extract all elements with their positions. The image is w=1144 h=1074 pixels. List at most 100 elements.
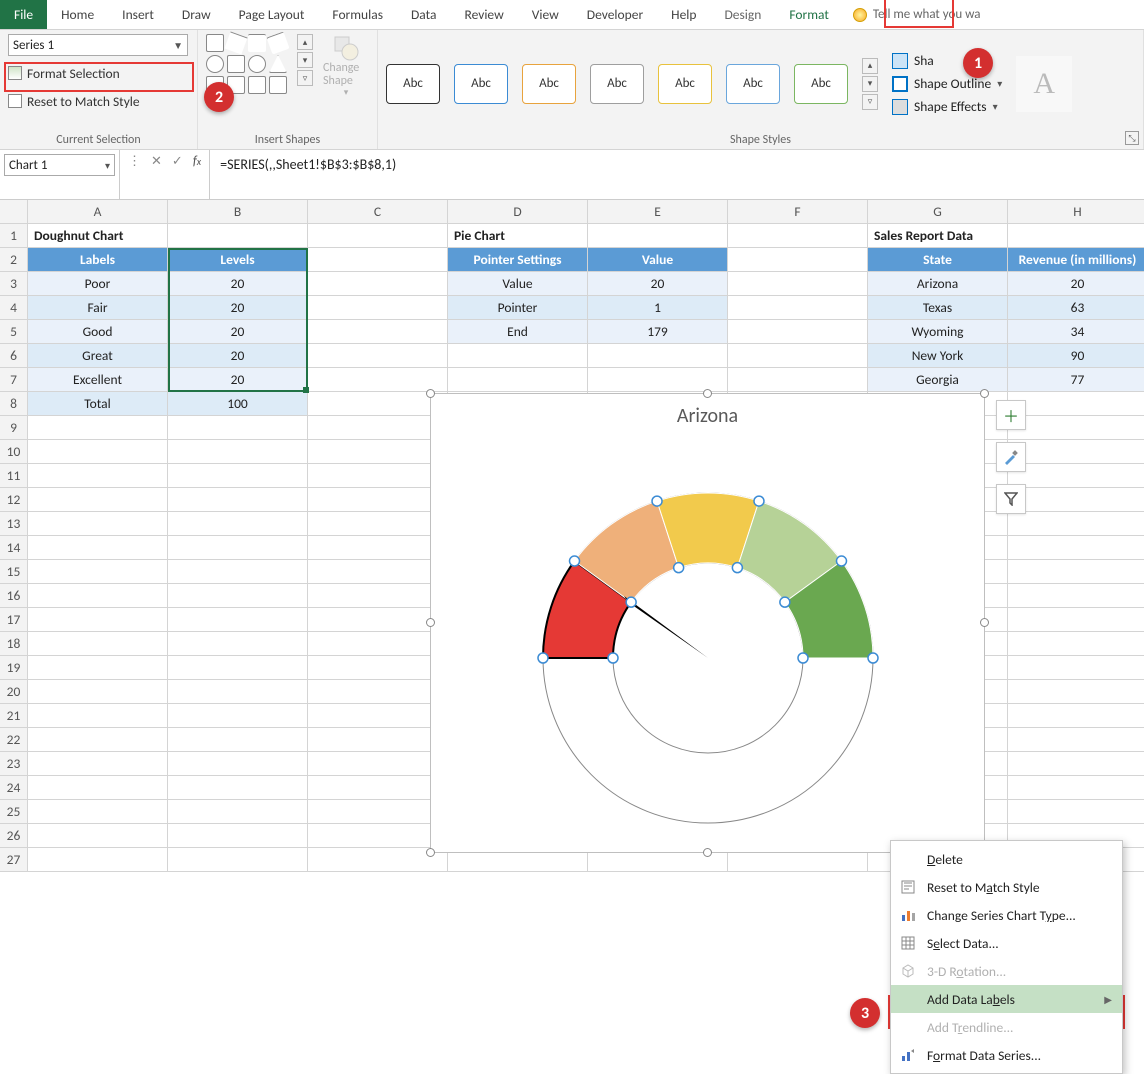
resize-handle[interactable]	[980, 389, 989, 398]
resize-handle[interactable]	[703, 848, 712, 857]
cell-A13[interactable]	[28, 512, 168, 536]
cell-A9[interactable]	[28, 416, 168, 440]
reset-match-style-button[interactable]: Reset to Match Style	[8, 90, 189, 112]
cell-G1[interactable]: Sales Report Data	[868, 224, 1008, 248]
cell-G7[interactable]: Georgia	[868, 368, 1008, 392]
row-header-23[interactable]: 23	[0, 752, 28, 776]
resize-handle[interactable]	[980, 618, 989, 627]
cell-A15[interactable]	[28, 560, 168, 584]
cell-B22[interactable]	[168, 728, 308, 752]
style-swatches[interactable]: AbcAbcAbcAbcAbcAbcAbc	[386, 64, 848, 104]
select-all[interactable]	[0, 200, 28, 224]
cell-B16[interactable]	[168, 584, 308, 608]
cell-C11[interactable]	[308, 464, 448, 488]
chart-object[interactable]: Arizona	[430, 393, 985, 853]
cell-H23[interactable]	[1008, 752, 1144, 776]
row-header-12[interactable]: 12	[0, 488, 28, 512]
cell-A16[interactable]	[28, 584, 168, 608]
cell-C24[interactable]	[308, 776, 448, 800]
cell-A21[interactable]	[28, 704, 168, 728]
cell-B9[interactable]	[168, 416, 308, 440]
row-header-1[interactable]: 1	[0, 224, 28, 248]
cell-B14[interactable]	[168, 536, 308, 560]
cell-C19[interactable]	[308, 656, 448, 680]
cell-A11[interactable]	[28, 464, 168, 488]
cell-C14[interactable]	[308, 536, 448, 560]
cell-A6[interactable]: Great	[28, 344, 168, 368]
context-menu-item[interactable]: Delete	[891, 845, 1122, 873]
cell-G2[interactable]: State	[868, 248, 1008, 272]
cell-C25[interactable]	[308, 800, 448, 824]
style-swatch[interactable]: Abc	[386, 64, 440, 104]
context-menu-item[interactable]: Change Series Chart Type...	[891, 901, 1122, 929]
cell-C26[interactable]	[308, 824, 448, 848]
cell-B19[interactable]	[168, 656, 308, 680]
style-swatch[interactable]: Abc	[522, 64, 576, 104]
context-menu-item[interactable]: Select Data...	[891, 929, 1122, 957]
cell-F5[interactable]	[728, 320, 868, 344]
cell-A7[interactable]: Excellent	[28, 368, 168, 392]
cell-A27[interactable]	[28, 848, 168, 872]
tab-draw[interactable]: Draw	[168, 0, 225, 29]
cell-C16[interactable]	[308, 584, 448, 608]
cell-A12[interactable]	[28, 488, 168, 512]
cell-C2[interactable]	[308, 248, 448, 272]
cell-G5[interactable]: Wyoming	[868, 320, 1008, 344]
cell-A23[interactable]	[28, 752, 168, 776]
col-header-F[interactable]: F	[728, 200, 868, 224]
cell-H22[interactable]	[1008, 728, 1144, 752]
cell-E4[interactable]: 1	[588, 296, 728, 320]
cell-A25[interactable]	[28, 800, 168, 824]
cell-C15[interactable]	[308, 560, 448, 584]
style-swatch[interactable]: Abc	[590, 64, 644, 104]
cell-C5[interactable]	[308, 320, 448, 344]
cell-A22[interactable]	[28, 728, 168, 752]
cell-B24[interactable]	[168, 776, 308, 800]
formula-bar[interactable]: =SERIES(,,Sheet1!$B$3:$B$8,1)	[210, 150, 1144, 199]
cell-H2[interactable]: Revenue (in millions)	[1008, 248, 1144, 272]
cell-A4[interactable]: Fair	[28, 296, 168, 320]
cell-F4[interactable]	[728, 296, 868, 320]
style-swatch[interactable]: Abc	[658, 64, 712, 104]
col-header-D[interactable]: D	[448, 200, 588, 224]
cell-D7[interactable]	[448, 368, 588, 392]
cell-C9[interactable]	[308, 416, 448, 440]
cell-F3[interactable]	[728, 272, 868, 296]
col-header-E[interactable]: E	[588, 200, 728, 224]
resize-handle[interactable]	[426, 848, 435, 857]
tab-page-layout[interactable]: Page Layout	[225, 0, 319, 29]
cell-C13[interactable]	[308, 512, 448, 536]
cell-B1[interactable]	[168, 224, 308, 248]
cell-H4[interactable]: 63	[1008, 296, 1144, 320]
cell-C20[interactable]	[308, 680, 448, 704]
cell-H11[interactable]	[1008, 464, 1144, 488]
cell-B7[interactable]: 20	[168, 368, 308, 392]
cell-A10[interactable]	[28, 440, 168, 464]
swatch-nav[interactable]: ▴▾▿	[862, 58, 878, 110]
cell-A20[interactable]	[28, 680, 168, 704]
row-header-4[interactable]: 4	[0, 296, 28, 320]
row-header-16[interactable]: 16	[0, 584, 28, 608]
range-selector-icon[interactable]: ⋮	[128, 154, 141, 169]
cell-C4[interactable]	[308, 296, 448, 320]
tab-view[interactable]: View	[518, 0, 573, 29]
cell-F2[interactable]	[728, 248, 868, 272]
cell-B20[interactable]	[168, 680, 308, 704]
context-menu-item[interactable]: Format Data Series...	[891, 1041, 1122, 1069]
cell-B25[interactable]	[168, 800, 308, 824]
cell-C3[interactable]	[308, 272, 448, 296]
worksheet[interactable]: ABCDEFGHIJ1Doughnut ChartPie ChartSales …	[0, 200, 1144, 872]
fx-icon[interactable]: fx	[193, 154, 201, 169]
row-header-24[interactable]: 24	[0, 776, 28, 800]
row-header-6[interactable]: 6	[0, 344, 28, 368]
col-header-H[interactable]: H	[1008, 200, 1144, 224]
cell-H6[interactable]: 90	[1008, 344, 1144, 368]
cell-A1[interactable]: Doughnut Chart	[28, 224, 168, 248]
col-header-A[interactable]: A	[28, 200, 168, 224]
shape-effects-button[interactable]: Shape Effects▾	[892, 98, 1002, 115]
cell-E2[interactable]: Value	[588, 248, 728, 272]
cell-B27[interactable]	[168, 848, 308, 872]
cell-H24[interactable]	[1008, 776, 1144, 800]
cell-H21[interactable]	[1008, 704, 1144, 728]
cell-E1[interactable]	[588, 224, 728, 248]
